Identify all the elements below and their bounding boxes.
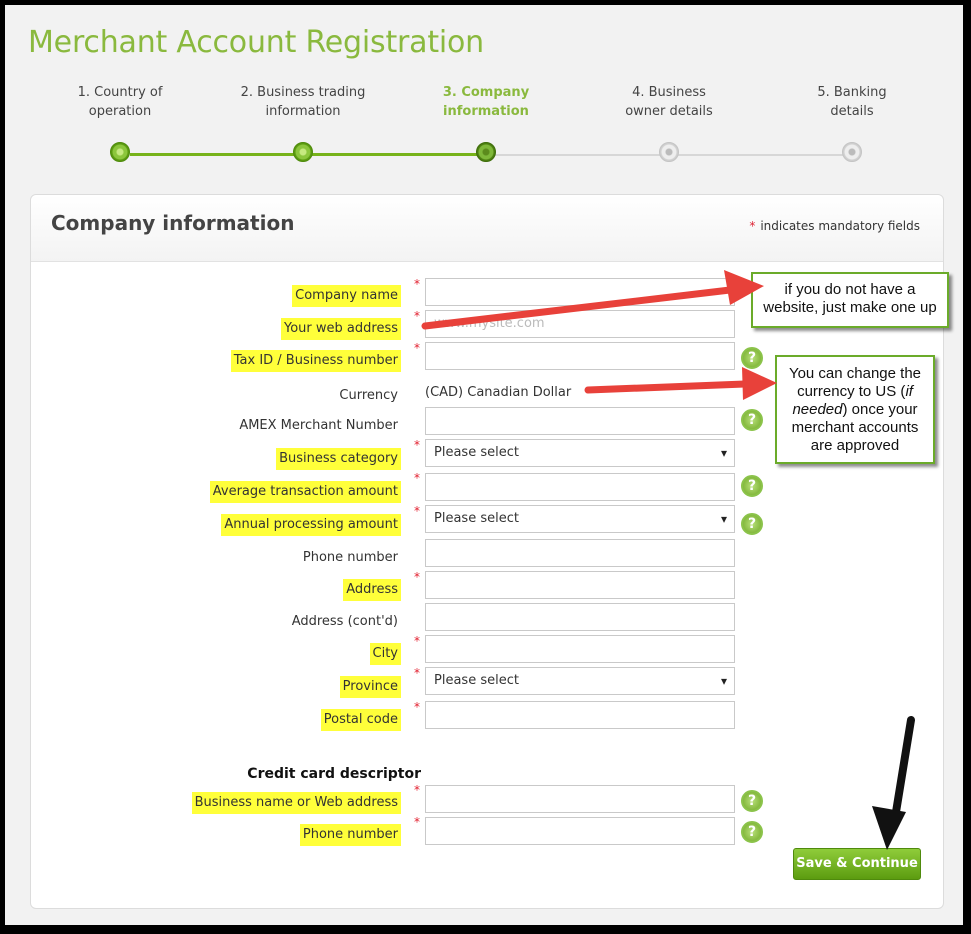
required-star: * [414, 783, 420, 797]
company-name-input[interactable] [425, 278, 735, 306]
save-continue-button[interactable]: Save & Continue [793, 848, 921, 880]
currency-callout: You can change the currency to US (if ne… [775, 355, 935, 464]
required-star: * [414, 438, 420, 452]
descriptor-name-input[interactable] [425, 785, 735, 813]
province-label: Province [339, 676, 401, 698]
address2-input[interactable] [425, 603, 735, 631]
required-star: * [414, 700, 420, 714]
step-5-label: 5. Banking details [817, 85, 887, 119]
required-star: * [414, 341, 420, 355]
postal-code-input[interactable] [425, 701, 735, 729]
step-3-dot [476, 142, 496, 162]
avg-transaction-input[interactable] [425, 473, 735, 501]
step-3-label: 3. Company information [442, 85, 530, 119]
phone-input[interactable] [425, 539, 735, 567]
amex-input[interactable] [425, 407, 735, 435]
descriptor-name-help-icon[interactable]: ? [741, 790, 763, 812]
panel-title: Company information [51, 211, 295, 235]
step-5-dot [842, 142, 862, 162]
step-1-label[interactable]: 1. Country of operation [45, 83, 195, 121]
credit-card-descriptor-heading: Credit card descriptor [247, 766, 421, 782]
amex-label: AMEX Merchant Number [239, 418, 398, 433]
descriptor-name-label: Business name or Web address [191, 792, 401, 814]
currency-label: Currency [339, 388, 398, 403]
tax-id-input[interactable] [425, 342, 735, 370]
tax-id-help-icon[interactable]: ? [741, 347, 763, 369]
currency-value: (CAD) Canadian Dollar [425, 385, 572, 400]
annual-processing-label: Annual processing amount [221, 514, 401, 536]
required-star: * [414, 471, 420, 485]
annual-processing-select[interactable]: Please select [425, 505, 735, 533]
step-4-dot [659, 142, 679, 162]
step-1-dot[interactable] [110, 142, 130, 162]
company-name-label: Company name [292, 285, 401, 307]
city-input[interactable] [425, 635, 735, 663]
tax-id-label: Tax ID / Business number [230, 350, 401, 372]
step-2-dot[interactable] [293, 142, 313, 162]
province-select[interactable]: Please select [425, 667, 735, 695]
city-label: City [369, 643, 401, 665]
address2-label: Address (cont'd) [291, 614, 398, 629]
descriptor-phone-label: Phone number [299, 824, 401, 846]
address-input[interactable] [425, 571, 735, 599]
progress-steps: 1. Country of operation 2. Business tradi… [5, 83, 963, 173]
web-address-input[interactable]: www.mysite.com [425, 310, 735, 338]
avg-transaction-help-icon[interactable]: ? [741, 475, 763, 497]
registration-page: Merchant Account Registration 1. Country… [5, 5, 963, 925]
amex-help-icon[interactable]: ? [741, 409, 763, 431]
annual-processing-help-icon[interactable]: ? [741, 513, 763, 535]
required-star: * [414, 309, 420, 323]
descriptor-phone-input[interactable] [425, 817, 735, 845]
address-label: Address [343, 579, 401, 601]
panel-header: Company information * indicates mandatory… [31, 195, 943, 262]
required-star: * [414, 666, 420, 680]
phone-label: Phone number [302, 550, 398, 565]
business-category-label: Business category [276, 448, 401, 470]
avg-transaction-label: Average transaction amount [209, 481, 401, 503]
required-star: * [414, 815, 420, 829]
required-star: * [414, 277, 420, 291]
required-star: * [414, 634, 420, 648]
postal-code-label: Postal code [320, 709, 401, 731]
web-address-label: Your web address [281, 318, 401, 340]
required-star: * [414, 504, 420, 518]
step-2-label[interactable]: 2. Business trading information [228, 83, 378, 121]
descriptor-phone-help-icon[interactable]: ? [741, 821, 763, 843]
required-star: * [414, 570, 420, 584]
step-4-label: 4. Business owner details [625, 85, 713, 119]
website-callout: if you do not have a website, just make … [751, 272, 949, 328]
business-category-select[interactable]: Please select [425, 439, 735, 467]
page-title: Merchant Account Registration [28, 25, 484, 60]
mandatory-note: * indicates mandatory fields [749, 219, 920, 233]
